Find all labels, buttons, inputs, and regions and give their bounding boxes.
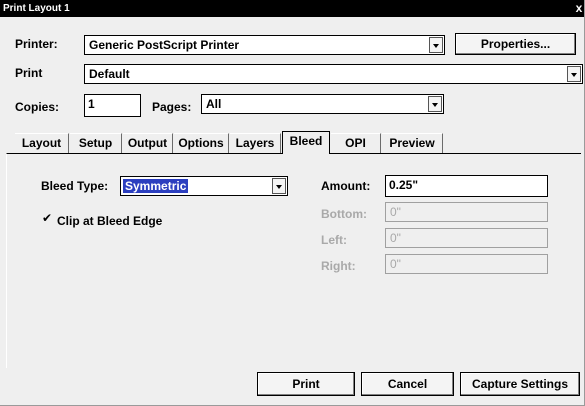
chevron-down-icon[interactable] <box>272 178 286 194</box>
chevron-down-icon[interactable] <box>567 66 581 82</box>
tab-layout[interactable]: Layout <box>15 133 69 153</box>
tab-layers[interactable]: Layers <box>230 133 281 153</box>
chevron-down-icon[interactable] <box>429 37 443 53</box>
capture-settings-button-label: Capture Settings <box>471 377 568 391</box>
right-field[interactable]: 0" <box>385 254 548 274</box>
tab-bleed[interactable]: Bleed <box>282 131 330 154</box>
copies-field[interactable]: 1 <box>84 94 141 117</box>
clip-at-bleed-edge-label[interactable]: Clip at Bleed Edge <box>57 214 162 228</box>
properties-button-label: Properties... <box>480 37 551 51</box>
bleed-type-label: Bleed Type: <box>41 179 109 193</box>
window-title: Print Layout 1 <box>3 3 70 14</box>
tab-opi[interactable]: OPI <box>331 133 381 153</box>
tab-options[interactable]: Options <box>174 133 229 153</box>
bleed-type-value: Symmetric <box>123 179 189 193</box>
cancel-button-label: Cancel <box>387 377 428 391</box>
pages-select[interactable]: All <box>201 94 444 114</box>
right-value: 0" <box>390 257 401 271</box>
bottom-value: 0" <box>390 205 401 219</box>
print-style-value: Default <box>89 67 130 81</box>
pages-value: All <box>206 97 222 111</box>
tab-preview[interactable]: Preview <box>382 133 443 153</box>
print-layout-dialog: Print Layout 1 x Printer: Generic PostSc… <box>0 0 585 406</box>
printer-label: Printer: <box>15 37 58 51</box>
printer-value: Generic PostScript Printer <box>89 38 240 52</box>
copies-value: 1 <box>88 97 95 111</box>
left-field[interactable]: 0" <box>385 228 548 248</box>
close-icon[interactable]: x <box>573 2 584 15</box>
right-label: Right: <box>321 259 356 273</box>
pages-label: Pages: <box>152 100 192 114</box>
properties-button[interactable]: Properties... <box>455 33 576 55</box>
tab-setup[interactable]: Setup <box>70 133 122 153</box>
amount-label: Amount: <box>321 179 371 193</box>
bottom-field[interactable]: 0" <box>385 202 548 222</box>
left-label: Left: <box>321 233 347 247</box>
cancel-button[interactable]: Cancel <box>361 372 454 396</box>
print-label: Print <box>15 66 43 80</box>
print-button-label: Print <box>292 377 320 391</box>
checkmark-icon[interactable] <box>42 211 53 225</box>
chevron-down-icon[interactable] <box>428 96 442 112</box>
amount-field[interactable]: 0.25" <box>385 175 548 197</box>
printer-select[interactable]: Generic PostScript Printer <box>84 35 445 55</box>
bleed-type-select[interactable]: Symmetric <box>120 176 288 196</box>
print-button[interactable]: Print <box>257 372 355 396</box>
tab-bar: Layout Setup Output Options Layers Bleed… <box>15 131 455 154</box>
capture-settings-button[interactable]: Capture Settings <box>460 372 580 396</box>
copies-label: Copies: <box>15 100 60 114</box>
amount-value: 0.25" <box>389 178 419 192</box>
title-bar: Print Layout 1 x <box>0 0 584 17</box>
print-style-select[interactable]: Default <box>84 64 583 84</box>
bottom-label: Bottom: <box>321 207 367 221</box>
left-value: 0" <box>390 231 401 245</box>
tab-output[interactable]: Output <box>123 133 173 153</box>
